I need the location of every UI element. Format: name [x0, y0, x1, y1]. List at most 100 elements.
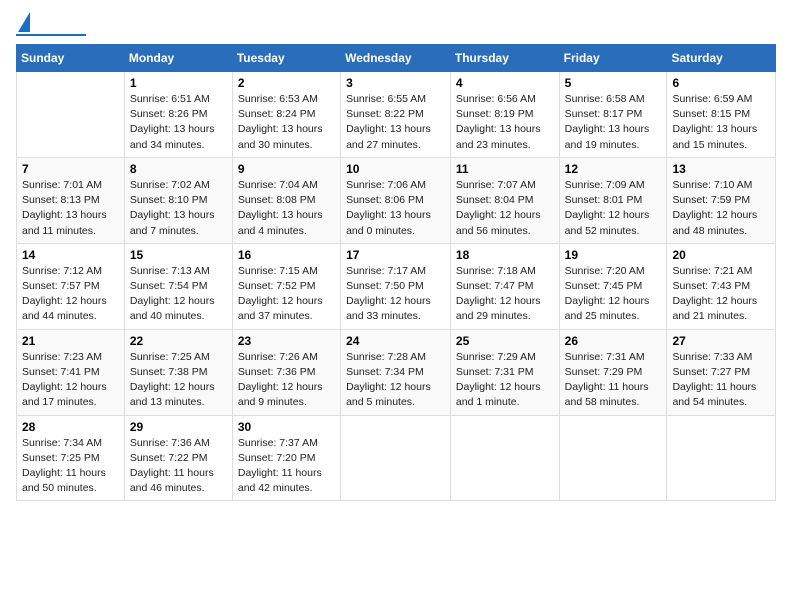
day-content: Sunrise: 7:37 AM Sunset: 7:20 PM Dayligh… [238, 436, 335, 497]
calendar-week-4: 21Sunrise: 7:23 AM Sunset: 7:41 PM Dayli… [17, 329, 776, 415]
day-number: 4 [456, 76, 554, 90]
calendar-cell: 20 Sunrise: 7:21 AM Sunset: 7:43 PM Dayli… [667, 243, 776, 329]
day-content: Sunrise: 7:21 AM Sunset: 7:43 PM Dayligh… [672, 264, 770, 325]
day-content: Sunrise: 7:20 AM Sunset: 7:45 PM Dayligh… [565, 264, 662, 325]
calendar-cell: 15 Sunrise: 7:13 AM Sunset: 7:54 PM Dayli… [124, 243, 232, 329]
calendar-cell: 12Sunrise: 7:09 AM Sunset: 8:01 PM Dayli… [559, 157, 667, 243]
day-number: 3 [346, 76, 445, 90]
day-number: 17 [346, 248, 445, 262]
day-number: 13 [672, 162, 770, 176]
day-content: Sunrise: 7:07 AM Sunset: 8:04 PM Dayligh… [456, 178, 554, 239]
calendar-cell: 14 Sunrise: 7:12 AM Sunset: 7:57 PM Dayli… [17, 243, 125, 329]
day-number: 18 [456, 248, 554, 262]
page-header [16, 16, 776, 36]
day-content: Sunrise: 6:53 AM Sunset: 8:24 PM Dayligh… [238, 92, 335, 153]
day-number: 8 [130, 162, 227, 176]
calendar-cell: 23 Sunrise: 7:26 AM Sunset: 7:36 PM Dayli… [232, 329, 340, 415]
day-content: Sunrise: 7:34 AM Sunset: 7:25 PM Dayligh… [22, 436, 119, 497]
weekday-header-tuesday: Tuesday [232, 45, 340, 72]
calendar-cell: 19 Sunrise: 7:20 AM Sunset: 7:45 PM Dayli… [559, 243, 667, 329]
day-content: Sunrise: 7:28 AM Sunset: 7:34 PM Dayligh… [346, 350, 445, 411]
calendar-cell [667, 415, 776, 501]
logo-text [16, 16, 30, 32]
day-number: 21 [22, 334, 119, 348]
calendar-cell: 11 Sunrise: 7:07 AM Sunset: 8:04 PM Dayli… [450, 157, 559, 243]
calendar-cell: 3 Sunrise: 6:55 AM Sunset: 8:22 PM Daylig… [341, 72, 451, 158]
calendar-cell: 18 Sunrise: 7:18 AM Sunset: 7:47 PM Dayli… [450, 243, 559, 329]
day-number: 14 [22, 248, 119, 262]
day-number: 30 [238, 420, 335, 434]
day-number: 20 [672, 248, 770, 262]
calendar-table: SundayMondayTuesdayWednesdayThursdayFrid… [16, 44, 776, 501]
day-number: 16 [238, 248, 335, 262]
day-number: 5 [565, 76, 662, 90]
day-content: Sunrise: 7:10 AM Sunset: 7:59 PM Dayligh… [672, 178, 770, 239]
day-number: 23 [238, 334, 335, 348]
logo-triangle-icon [18, 12, 30, 32]
day-number: 7 [22, 162, 119, 176]
weekday-header-friday: Friday [559, 45, 667, 72]
calendar-cell: 16 Sunrise: 7:15 AM Sunset: 7:52 PM Dayli… [232, 243, 340, 329]
weekday-header-wednesday: Wednesday [341, 45, 451, 72]
calendar-cell: 13 Sunrise: 7:10 AM Sunset: 7:59 PM Dayli… [667, 157, 776, 243]
calendar-cell: 24 Sunrise: 7:28 AM Sunset: 7:34 PM Dayli… [341, 329, 451, 415]
calendar-cell: 29 Sunrise: 7:36 AM Sunset: 7:22 PM Dayli… [124, 415, 232, 501]
calendar-week-3: 14 Sunrise: 7:12 AM Sunset: 7:57 PM Dayli… [17, 243, 776, 329]
day-content: Sunrise: 7:36 AM Sunset: 7:22 PM Dayligh… [130, 436, 227, 497]
day-number: 28 [22, 420, 119, 434]
day-content: Sunrise: 7:09 AM Sunset: 8:01 PM Dayligh… [565, 178, 662, 239]
day-number: 9 [238, 162, 335, 176]
day-content: Sunrise: 7:17 AM Sunset: 7:50 PM Dayligh… [346, 264, 445, 325]
day-number: 19 [565, 248, 662, 262]
day-content: Sunrise: 7:18 AM Sunset: 7:47 PM Dayligh… [456, 264, 554, 325]
day-content: Sunrise: 6:55 AM Sunset: 8:22 PM Dayligh… [346, 92, 445, 153]
calendar-cell [559, 415, 667, 501]
day-content: Sunrise: 7:04 AM Sunset: 8:08 PM Dayligh… [238, 178, 335, 239]
day-content: Sunrise: 7:12 AM Sunset: 7:57 PM Dayligh… [22, 264, 119, 325]
day-number: 24 [346, 334, 445, 348]
day-number: 22 [130, 334, 227, 348]
day-content: Sunrise: 6:59 AM Sunset: 8:15 PM Dayligh… [672, 92, 770, 153]
day-content: Sunrise: 6:58 AM Sunset: 8:17 PM Dayligh… [565, 92, 662, 153]
day-number: 10 [346, 162, 445, 176]
calendar-cell [341, 415, 451, 501]
calendar-cell: 25 Sunrise: 7:29 AM Sunset: 7:31 PM Dayli… [450, 329, 559, 415]
day-content: Sunrise: 7:13 AM Sunset: 7:54 PM Dayligh… [130, 264, 227, 325]
day-number: 1 [130, 76, 227, 90]
weekday-header-thursday: Thursday [450, 45, 559, 72]
day-content: Sunrise: 6:56 AM Sunset: 8:19 PM Dayligh… [456, 92, 554, 153]
calendar-cell: 17 Sunrise: 7:17 AM Sunset: 7:50 PM Dayli… [341, 243, 451, 329]
weekday-header-row: SundayMondayTuesdayWednesdayThursdayFrid… [17, 45, 776, 72]
calendar-cell: 2Sunrise: 6:53 AM Sunset: 8:24 PM Daylig… [232, 72, 340, 158]
day-content: Sunrise: 7:31 AM Sunset: 7:29 PM Dayligh… [565, 350, 662, 411]
calendar-body: 1 Sunrise: 6:51 AM Sunset: 8:26 PM Daylig… [17, 72, 776, 501]
calendar-cell: 7Sunrise: 7:01 AM Sunset: 8:13 PM Daylig… [17, 157, 125, 243]
day-number: 11 [456, 162, 554, 176]
day-content: Sunrise: 7:33 AM Sunset: 7:27 PM Dayligh… [672, 350, 770, 411]
day-number: 6 [672, 76, 770, 90]
calendar-header: SundayMondayTuesdayWednesdayThursdayFrid… [17, 45, 776, 72]
calendar-cell: 21Sunrise: 7:23 AM Sunset: 7:41 PM Dayli… [17, 329, 125, 415]
calendar-cell: 30 Sunrise: 7:37 AM Sunset: 7:20 PM Dayli… [232, 415, 340, 501]
calendar-cell: 4 Sunrise: 6:56 AM Sunset: 8:19 PM Daylig… [450, 72, 559, 158]
calendar-cell: 8Sunrise: 7:02 AM Sunset: 8:10 PM Daylig… [124, 157, 232, 243]
weekday-header-saturday: Saturday [667, 45, 776, 72]
day-content: Sunrise: 7:29 AM Sunset: 7:31 PM Dayligh… [456, 350, 554, 411]
day-number: 26 [565, 334, 662, 348]
day-content: Sunrise: 7:26 AM Sunset: 7:36 PM Dayligh… [238, 350, 335, 411]
calendar-cell [17, 72, 125, 158]
day-number: 25 [456, 334, 554, 348]
logo-underline [16, 34, 86, 36]
calendar-cell: 5 Sunrise: 6:58 AM Sunset: 8:17 PM Daylig… [559, 72, 667, 158]
calendar-week-5: 28 Sunrise: 7:34 AM Sunset: 7:25 PM Dayli… [17, 415, 776, 501]
day-content: Sunrise: 6:51 AM Sunset: 8:26 PM Dayligh… [130, 92, 227, 153]
calendar-cell: 27Sunrise: 7:33 AM Sunset: 7:27 PM Dayli… [667, 329, 776, 415]
calendar-week-2: 7Sunrise: 7:01 AM Sunset: 8:13 PM Daylig… [17, 157, 776, 243]
weekday-header-monday: Monday [124, 45, 232, 72]
day-content: Sunrise: 7:06 AM Sunset: 8:06 PM Dayligh… [346, 178, 445, 239]
calendar-cell: 22Sunrise: 7:25 AM Sunset: 7:38 PM Dayli… [124, 329, 232, 415]
day-number: 15 [130, 248, 227, 262]
day-number: 29 [130, 420, 227, 434]
calendar-cell: 1 Sunrise: 6:51 AM Sunset: 8:26 PM Daylig… [124, 72, 232, 158]
day-content: Sunrise: 7:15 AM Sunset: 7:52 PM Dayligh… [238, 264, 335, 325]
